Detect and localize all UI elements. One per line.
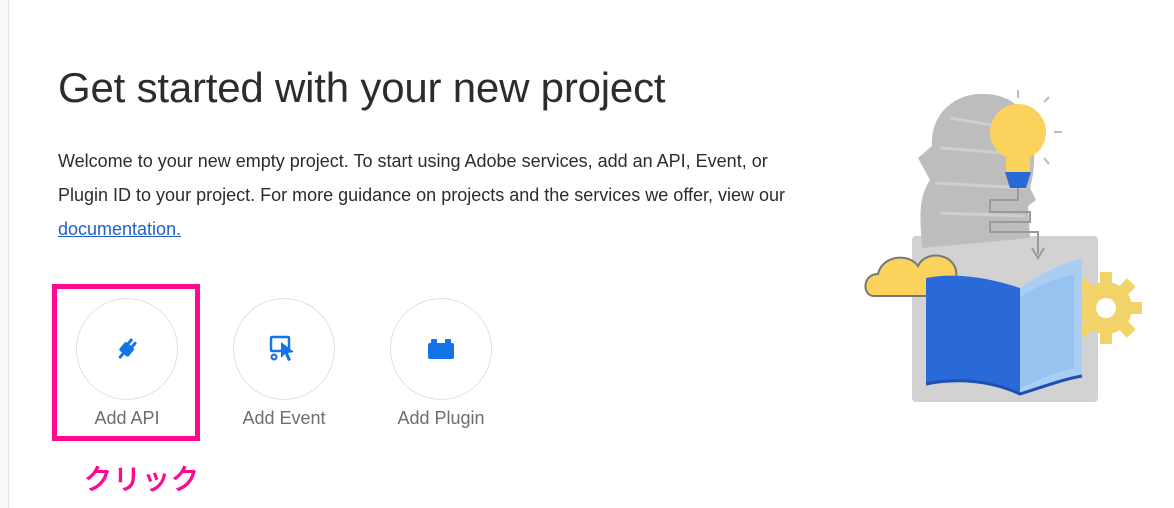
add-event-label: Add Event: [242, 408, 326, 428]
page-title: Get started with your new project: [58, 64, 666, 111]
plug-icon: [118, 338, 137, 359]
action-cards: Add API Add Event Add Plugin: [76, 298, 547, 429]
page-description: Welcome to your new empty project. To st…: [58, 144, 798, 246]
add-api-label: Add API: [94, 408, 160, 428]
click-annotation: クリック: [84, 464, 201, 495]
add-event-button[interactable]: Add Event: [233, 298, 335, 429]
plugin-icon: [428, 339, 454, 359]
add-plugin-button[interactable]: Add Plugin: [390, 298, 492, 429]
add-plugin-circle[interactable]: [390, 298, 492, 400]
project-illustration: [864, 90, 1142, 402]
add-api-circle[interactable]: [76, 298, 178, 400]
event-icon: [269, 335, 294, 361]
add-api-button[interactable]: Add API: [76, 298, 178, 429]
description-text: Welcome to your new empty project. To st…: [58, 151, 786, 205]
book-left-page: [926, 275, 1020, 394]
add-plugin-label: Add Plugin: [397, 408, 485, 428]
lightbulb-icon: [990, 104, 1046, 160]
documentation-link[interactable]: documentation.: [58, 219, 181, 239]
add-event-circle[interactable]: [233, 298, 335, 400]
left-border: [0, 0, 9, 508]
